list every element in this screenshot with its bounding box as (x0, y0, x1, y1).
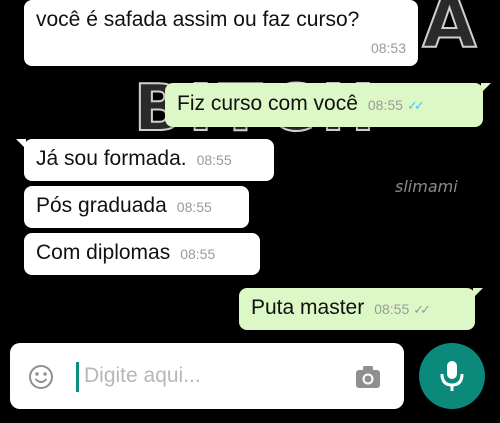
delivered-ticks-icon: ✓✓ (413, 302, 431, 317)
message-bubble-incoming[interactable]: você é safada assim ou faz curso? 08:53 (24, 0, 418, 66)
message-bubble-outgoing[interactable]: Fiz curso com você 08:55 ✓✓ (165, 83, 491, 127)
mic-button[interactable] (419, 343, 485, 409)
message-input[interactable]: Digite aqui... (84, 364, 201, 388)
read-ticks-icon: ✓✓ (406, 98, 425, 113)
message-text: Puta master (251, 296, 365, 319)
message-time: 08:55 (180, 246, 216, 262)
message-text: Já sou formada. (36, 147, 187, 170)
message-text: Pós graduada (36, 194, 167, 217)
message-bubble-outgoing[interactable]: Puta master 08:55 ✓✓ (239, 288, 483, 330)
text-cursor (76, 362, 79, 392)
message-text: Com diplomas (36, 241, 171, 264)
camera-icon[interactable] (354, 363, 382, 391)
message-time: 08:55 (196, 152, 232, 168)
message-bubble-incoming[interactable]: Pós graduada 08:55 (24, 186, 249, 228)
message-time: 08:55 (367, 97, 403, 113)
message-text: você é safada assim ou faz curso? (36, 8, 360, 31)
watermark: slimami (395, 177, 458, 196)
mic-icon (440, 361, 464, 391)
emoji-icon[interactable] (28, 364, 54, 390)
message-time: 08:55 (374, 301, 410, 317)
message-time: 08:53 (370, 40, 406, 56)
message-time: 08:55 (176, 199, 212, 215)
message-composer[interactable]: Digite aqui... (10, 343, 404, 409)
message-bubble-incoming[interactable]: Com diplomas 08:55 (24, 233, 260, 275)
message-bubble-incoming[interactable]: Já sou formada. 08:55 (16, 139, 274, 181)
message-text: Fiz curso com você (177, 92, 358, 115)
